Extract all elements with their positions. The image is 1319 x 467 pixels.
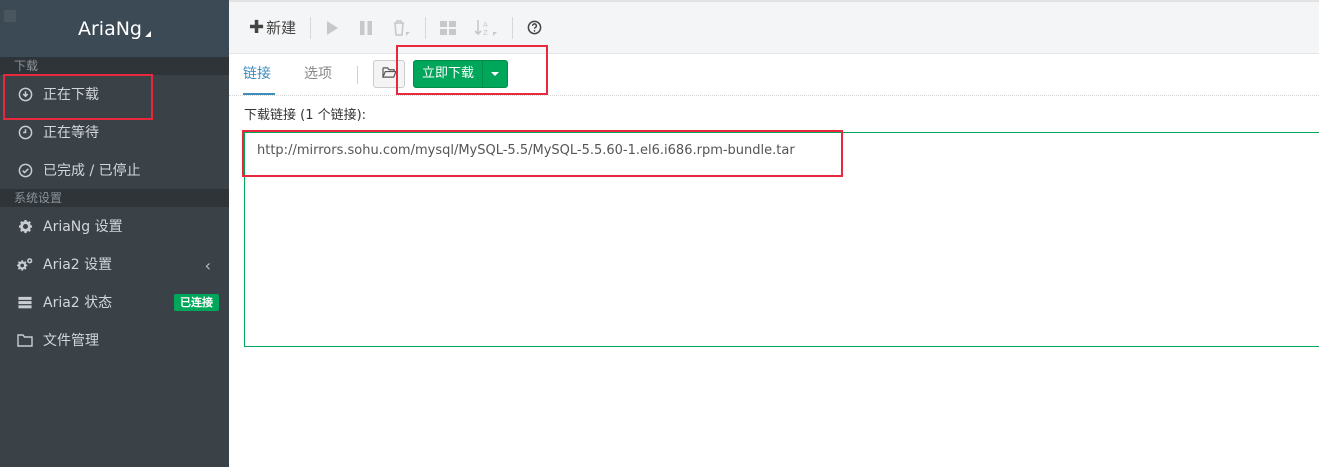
brand-title: AriaNg xyxy=(77,17,142,40)
sidebar-item-downloading[interactable]: 正在下载 xyxy=(0,75,229,113)
clock-icon xyxy=(16,123,34,141)
sidebar-item-stopped[interactable]: 已完成 / 已停止 xyxy=(0,151,229,189)
tab-options[interactable]: 选项 xyxy=(304,54,332,95)
tab-separator xyxy=(357,66,358,84)
gears-icon xyxy=(16,255,34,273)
pause-icon xyxy=(359,20,373,36)
svg-text:A: A xyxy=(483,21,488,29)
sidebar-item-label: AriaNg 设置 xyxy=(43,219,123,235)
sidebar-item-label: 正在下载 xyxy=(43,87,99,103)
sidebar-item-waiting[interactable]: 正在等待 xyxy=(0,113,229,151)
start-button[interactable] xyxy=(319,20,345,36)
delete-button[interactable] xyxy=(385,19,417,37)
caret-down-icon xyxy=(491,72,499,76)
check-circle-icon xyxy=(16,161,34,179)
plus-icon: ✚ xyxy=(249,17,265,38)
links-label: 下载链接 (1 个链接): xyxy=(244,108,367,123)
tab-links[interactable]: 链接 xyxy=(243,54,275,95)
status-badge: 已连接 xyxy=(174,294,219,311)
folder-icon xyxy=(16,331,34,349)
sidebar-item-file-manager[interactable]: 文件管理 xyxy=(0,321,229,359)
sidebar-item-aria2-status[interactable]: Aria2 状态 已连接 xyxy=(0,283,229,321)
display-order-button[interactable] xyxy=(434,20,462,35)
question-circle-icon xyxy=(527,20,542,35)
sidebar-item-ariang-settings[interactable]: AriaNg 设置 xyxy=(0,207,229,245)
toolbar: ✚ 新建 AZ xyxy=(229,0,1319,54)
section-header-settings: 系统设置 xyxy=(0,189,229,207)
sidebar-item-label: 正在等待 xyxy=(43,125,99,141)
pause-button[interactable] xyxy=(353,20,379,36)
new-task-button[interactable]: ✚ 新建 xyxy=(243,17,302,38)
grid-icon xyxy=(440,20,457,35)
brand[interactable]: AriaNg xyxy=(0,0,229,57)
sidebar: AriaNg 下载 正在下载 正在等待 已完成 / 已停止 系统设置 AriaN… xyxy=(0,0,229,467)
sidebar-item-label: 文件管理 xyxy=(43,333,99,349)
download-now-label: 立即下载 xyxy=(421,66,474,81)
server-icon xyxy=(16,293,34,311)
brand-caret-icon xyxy=(145,30,151,37)
sidebar-item-label: Aria2 设置 xyxy=(43,257,113,273)
sort-alpha-icon: AZ xyxy=(474,19,498,37)
trash-icon xyxy=(391,19,411,37)
folder-open-icon xyxy=(381,66,397,83)
toolbar-separator xyxy=(425,16,427,39)
toolbar-separator xyxy=(310,16,312,39)
sort-button[interactable]: AZ xyxy=(468,19,504,37)
chevron-left-icon: ‹ xyxy=(204,256,211,275)
download-now-button[interactable]: 立即下载 xyxy=(413,60,508,88)
open-file-button[interactable] xyxy=(373,60,405,88)
sidebar-item-aria2-settings[interactable]: Aria2 设置 ‹ xyxy=(0,245,229,283)
play-icon xyxy=(325,20,339,36)
section-header-download: 下载 xyxy=(0,57,229,75)
gear-icon xyxy=(16,217,34,235)
help-button[interactable] xyxy=(521,20,548,35)
links-textarea[interactable]: http://mirrors.sohu.com/mysql/MySQL-5.5/… xyxy=(244,132,1319,347)
toolbar-separator xyxy=(512,16,514,39)
sidebar-item-label: Aria2 状态 xyxy=(43,295,113,311)
svg-text:Z: Z xyxy=(483,29,488,37)
new-task-label: 新建 xyxy=(266,19,297,37)
window-corner-icon xyxy=(4,10,16,22)
links-value: http://mirrors.sohu.com/mysql/MySQL-5.5/… xyxy=(257,143,795,158)
tabs-bar: 链接 选项 立即下载 xyxy=(229,54,1319,96)
download-circle-icon xyxy=(16,85,34,103)
download-options-dropdown[interactable] xyxy=(482,61,507,87)
sidebar-item-label: 已完成 / 已停止 xyxy=(43,163,141,179)
